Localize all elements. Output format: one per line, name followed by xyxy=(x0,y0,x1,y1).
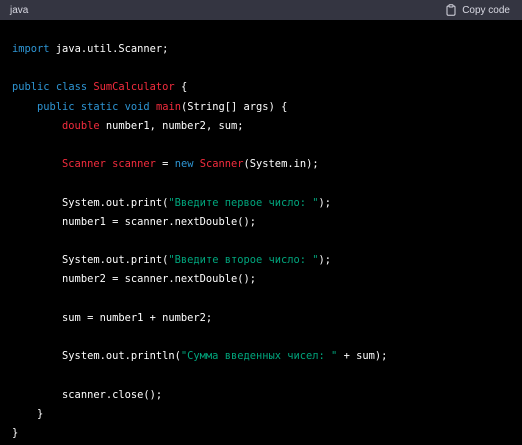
code-token: "Введите первое число: " xyxy=(168,196,319,209)
code-token: import xyxy=(12,43,50,55)
code-token: java.util.Scanner; xyxy=(49,43,169,55)
code-token: System.out.print( xyxy=(12,254,169,267)
code-token: Scanner xyxy=(62,158,106,171)
code-line: } xyxy=(12,405,522,424)
code-line: Scanner scanner = new Scanner(System.in)… xyxy=(12,155,522,174)
code-token: } xyxy=(12,427,19,440)
code-token: number1, number2, sum; xyxy=(99,119,244,132)
code-content[interactable]: import java.util.Scanner; public class S… xyxy=(0,20,522,443)
code-token: number1 = scanner.nextDouble(); xyxy=(12,215,256,228)
code-block: java Copy code import java.util.Scanner;… xyxy=(0,0,522,445)
code-token: ); xyxy=(318,196,332,209)
code-token: Scanner xyxy=(199,158,244,171)
code-token: public xyxy=(37,100,75,113)
code-line: System.out.println("Сумма введенных чисе… xyxy=(12,347,522,366)
code-token: System.out.print( xyxy=(12,196,169,209)
code-token: static xyxy=(80,100,119,113)
code-line: number1 = scanner.nextDouble(); xyxy=(12,213,522,232)
code-line: scanner.close(); xyxy=(12,386,522,405)
code-line: public class SumCalculator { xyxy=(12,78,522,97)
copy-code-label: Copy code xyxy=(462,4,510,16)
code-token: new xyxy=(174,158,194,171)
code-header: java Copy code xyxy=(0,0,522,20)
code-line: public static void main(String[] args) { xyxy=(12,98,522,117)
code-token: ); xyxy=(318,254,332,267)
code-line: number2 = scanner.nextDouble(); xyxy=(12,270,522,289)
code-token: SumCalculator xyxy=(93,81,175,94)
code-token: double xyxy=(62,119,100,132)
code-token: (String[] args) { xyxy=(180,100,288,113)
code-token: sum = number1 + number2; xyxy=(12,311,213,324)
code-token: + sum); xyxy=(337,350,388,363)
code-line: sum = number1 + number2; xyxy=(12,309,522,328)
code-token: scanner.close(); xyxy=(12,388,163,401)
code-line: double number1, number2, sum; xyxy=(12,117,522,136)
code-token: void xyxy=(124,100,150,113)
code-token: = xyxy=(155,158,175,171)
code-token: main xyxy=(155,100,181,113)
code-line: } xyxy=(12,424,522,443)
code-token: } xyxy=(12,407,44,420)
code-token: (System.in); xyxy=(243,158,319,171)
code-token: scanner xyxy=(112,158,156,171)
code-token: number2 = scanner.nextDouble(); xyxy=(12,273,256,286)
language-label: java xyxy=(10,4,29,16)
copy-code-button[interactable]: Copy code xyxy=(446,4,510,16)
code-line: import java.util.Scanner; xyxy=(12,40,522,59)
code-token: public xyxy=(12,81,50,94)
clipboard-icon xyxy=(446,4,456,16)
code-token: { xyxy=(174,81,188,94)
code-line: System.out.print("Введите первое число: … xyxy=(12,194,522,213)
code-token: "Введите второе число: " xyxy=(168,254,319,267)
code-line: System.out.print("Введите второе число: … xyxy=(12,251,522,270)
code-token: class xyxy=(55,81,88,94)
code-token: System.out.println( xyxy=(12,350,181,363)
code-token: "Сумма введенных чисел: " xyxy=(180,350,338,363)
